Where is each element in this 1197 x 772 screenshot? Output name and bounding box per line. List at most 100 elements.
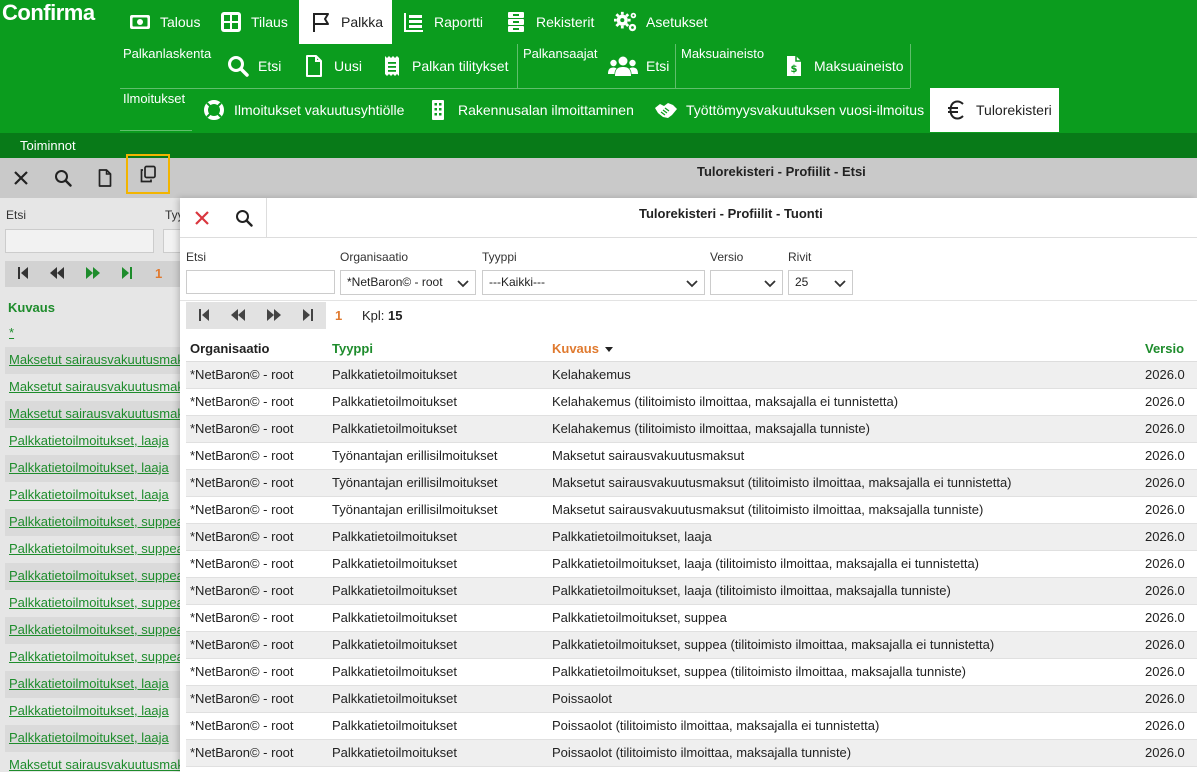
dialog-close-button[interactable]: [186, 202, 218, 234]
bg-column-kuvaus[interactable]: Kuvaus: [8, 300, 55, 315]
list-item-link[interactable]: Palkkatietoilmoitukset, suppea: [9, 568, 180, 583]
list-item-link[interactable]: Maksetut sairausvakuutusmaksut: [9, 406, 180, 421]
list-item[interactable]: Maksetut sairausvakuutusmaksut: [5, 374, 180, 401]
list-item[interactable]: Palkkatietoilmoitukset, laaja: [5, 455, 180, 482]
bg-search-label: Etsi: [6, 208, 27, 222]
cell-versio: 2026.0: [1145, 664, 1185, 679]
table-row[interactable]: *NetBaron© - root Palkkatietoilmoitukset P…: [186, 740, 1197, 767]
list-item[interactable]: Palkkatietoilmoitukset, laaja: [5, 725, 180, 752]
table-row[interactable]: *NetBaron© - root Palkkatietoilmoitukset P…: [186, 713, 1197, 740]
new-button[interactable]: [89, 162, 121, 194]
list-item-link[interactable]: Maksetut sairausvakuutusmaksut: [9, 379, 180, 394]
previous-page-icon[interactable]: [230, 308, 246, 325]
palkansaajat-etsi[interactable]: Etsi: [608, 44, 669, 88]
nav-palkka-label: Palkka: [341, 14, 384, 30]
table-row[interactable]: *NetBaron© - root Palkkatietoilmoitukset K…: [186, 416, 1197, 443]
list-item[interactable]: Palkkatietoilmoitukset, suppea: [5, 509, 180, 536]
table-row[interactable]: *NetBaron© - root Palkkatietoilmoitukset P…: [186, 686, 1197, 713]
column-versio[interactable]: Versio: [1145, 341, 1184, 356]
list-item[interactable]: Palkkatietoilmoitukset, laaja: [5, 698, 180, 725]
group-palkanlaskenta: Palkanlaskenta: [123, 46, 212, 61]
table-row[interactable]: *NetBaron© - root Palkkatietoilmoitukset P…: [186, 578, 1197, 605]
copy-import-button[interactable]: [126, 154, 170, 194]
nav-raportti[interactable]: Raportti: [402, 0, 483, 44]
palkanlaskenta-etsi[interactable]: Etsi: [226, 44, 281, 88]
list-item[interactable]: Palkkatietoilmoitukset, suppea: [5, 644, 180, 671]
list-item[interactable]: Maksetut sairausvakuutusmaksut: [5, 401, 180, 428]
type-select[interactable]: ---Kaikki---: [482, 270, 705, 295]
column-kuvaus[interactable]: Kuvaus: [552, 341, 614, 357]
list-item-link[interactable]: Palkkatietoilmoitukset, suppea: [9, 541, 180, 556]
column-tyyppi[interactable]: Tyyppi: [332, 341, 373, 356]
nav-palkka[interactable]: Palkka: [299, 0, 392, 44]
next-page-icon[interactable]: [266, 308, 282, 325]
close-button[interactable]: [5, 162, 37, 194]
rows-select[interactable]: 25: [788, 270, 853, 295]
previous-page-icon[interactable]: [49, 266, 65, 283]
table-row[interactable]: *NetBaron© - root Palkkatietoilmoitukset P…: [186, 632, 1197, 659]
list-item-link[interactable]: Palkkatietoilmoitukset, suppea: [9, 514, 180, 529]
ilmoitukset-vakuutusyhtiolle[interactable]: Ilmoitukset vakuutusyhtiölle: [202, 88, 404, 132]
table-row[interactable]: *NetBaron© - root Palkkatietoilmoitukset K…: [186, 389, 1197, 416]
ilmoitukset-tulorekisteri[interactable]: Tulorekisteri: [930, 88, 1059, 132]
palkanlaskenta-uusi[interactable]: Uusi: [302, 44, 362, 88]
search-input[interactable]: [186, 270, 335, 294]
list-item-link[interactable]: Maksetut sairausvakuutusmaksut: [9, 352, 180, 367]
last-page-icon[interactable]: [121, 266, 133, 283]
nav-tilaus[interactable]: Tilaus: [219, 0, 288, 44]
top-navigation: Confirma Talous Tilaus Palkka Raportti R…: [0, 0, 1197, 133]
palkanlaskenta-tilitykset[interactable]: Palkan tilitykset: [380, 44, 508, 88]
column-organisaatio[interactable]: Organisaatio: [190, 341, 269, 356]
nav-rekisterit[interactable]: Rekisterit: [504, 0, 594, 44]
table-row[interactable]: *NetBaron© - root Palkkatietoilmoitukset P…: [186, 524, 1197, 551]
organization-select[interactable]: *NetBaron© - root: [340, 270, 476, 295]
toiminnot-label[interactable]: Toiminnot: [20, 138, 76, 153]
group-maksuaineisto: Maksuaineisto: [681, 46, 765, 61]
list-item[interactable]: Maksetut sairausvakuutusmaksut: [5, 752, 180, 772]
maksuaineisto-link[interactable]: $ Maksuaineisto: [782, 44, 904, 88]
list-item-link[interactable]: Palkkatietoilmoitukset, laaja: [9, 460, 169, 475]
list-item-link[interactable]: Palkkatietoilmoitukset, suppea: [9, 622, 180, 637]
table-row[interactable]: *NetBaron© - root Työnantajan erillisilmo…: [186, 497, 1197, 524]
table-row[interactable]: *NetBaron© - root Työnantajan erillisilmo…: [186, 470, 1197, 497]
list-item[interactable]: Palkkatietoilmoitukset, suppea: [5, 590, 180, 617]
version-select[interactable]: [710, 270, 783, 295]
table-header: Organisaatio Tyyppi Kuvaus Versio: [186, 337, 1197, 362]
table-row[interactable]: *NetBaron© - root Palkkatietoilmoitukset P…: [186, 551, 1197, 578]
list-item-link[interactable]: Palkkatietoilmoitukset, laaja: [9, 730, 169, 745]
list-item[interactable]: Palkkatietoilmoitukset, laaja: [5, 671, 180, 698]
list-item-link[interactable]: Palkkatietoilmoitukset, laaja: [9, 433, 169, 448]
list-item-link[interactable]: Palkkatietoilmoitukset, laaja: [9, 703, 169, 718]
last-page-icon[interactable]: [302, 308, 314, 325]
table-row[interactable]: *NetBaron© - root Palkkatietoilmoitukset K…: [186, 362, 1197, 389]
list-item[interactable]: Palkkatietoilmoitukset, suppea: [5, 617, 180, 644]
search-button[interactable]: [47, 162, 79, 194]
list-item-link[interactable]: Palkkatietoilmoitukset, suppea: [9, 649, 180, 664]
nav-asetukset[interactable]: Asetukset: [614, 0, 707, 44]
list-item[interactable]: Palkkatietoilmoitukset, suppea: [5, 536, 180, 563]
list-item-link[interactable]: Maksetut sairausvakuutusmaksut: [9, 757, 180, 772]
list-item-link[interactable]: Palkkatietoilmoitukset, suppea: [9, 595, 180, 610]
list-item[interactable]: Palkkatietoilmoitukset, laaja: [5, 482, 180, 509]
confirma-logo[interactable]: Confirma: [2, 0, 95, 26]
list-item-link[interactable]: Palkkatietoilmoitukset, laaja: [9, 487, 169, 502]
table-row[interactable]: *NetBaron© - root Työnantajan erillisilmo…: [186, 443, 1197, 470]
table-row[interactable]: *NetBaron© - root Palkkatietoilmoitukset P…: [186, 659, 1197, 686]
list-item[interactable]: Palkkatietoilmoitukset, suppea: [5, 563, 180, 590]
list-item-link[interactable]: *: [9, 325, 14, 340]
bg-search-input[interactable]: [5, 229, 154, 253]
list-item[interactable]: Maksetut sairausvakuutusmaksut: [5, 347, 180, 374]
list-item-link[interactable]: Palkkatietoilmoitukset, laaja: [9, 676, 169, 691]
nav-talous[interactable]: Talous: [128, 0, 200, 44]
cell-kuvaus: Kelahakemus (tilitoimisto ilmoittaa, mak…: [552, 394, 899, 409]
cell-kuvaus: Poissaolot: [552, 691, 612, 706]
list-item[interactable]: *: [5, 320, 180, 347]
ilmoitukset-tyottomyys[interactable]: Työttömyysvakuutuksen vuosi-ilmoitus: [654, 88, 924, 132]
table-row[interactable]: *NetBaron© - root Palkkatietoilmoitukset P…: [186, 605, 1197, 632]
list-item[interactable]: Palkkatietoilmoitukset, laaja: [5, 428, 180, 455]
next-page-icon[interactable]: [85, 266, 101, 283]
dialog-search-button[interactable]: [228, 202, 260, 234]
ilmoitukset-rakennusala[interactable]: Rakennusalan ilmoittaminen: [426, 88, 634, 132]
first-page-icon[interactable]: [17, 266, 29, 283]
first-page-icon[interactable]: [198, 308, 210, 325]
